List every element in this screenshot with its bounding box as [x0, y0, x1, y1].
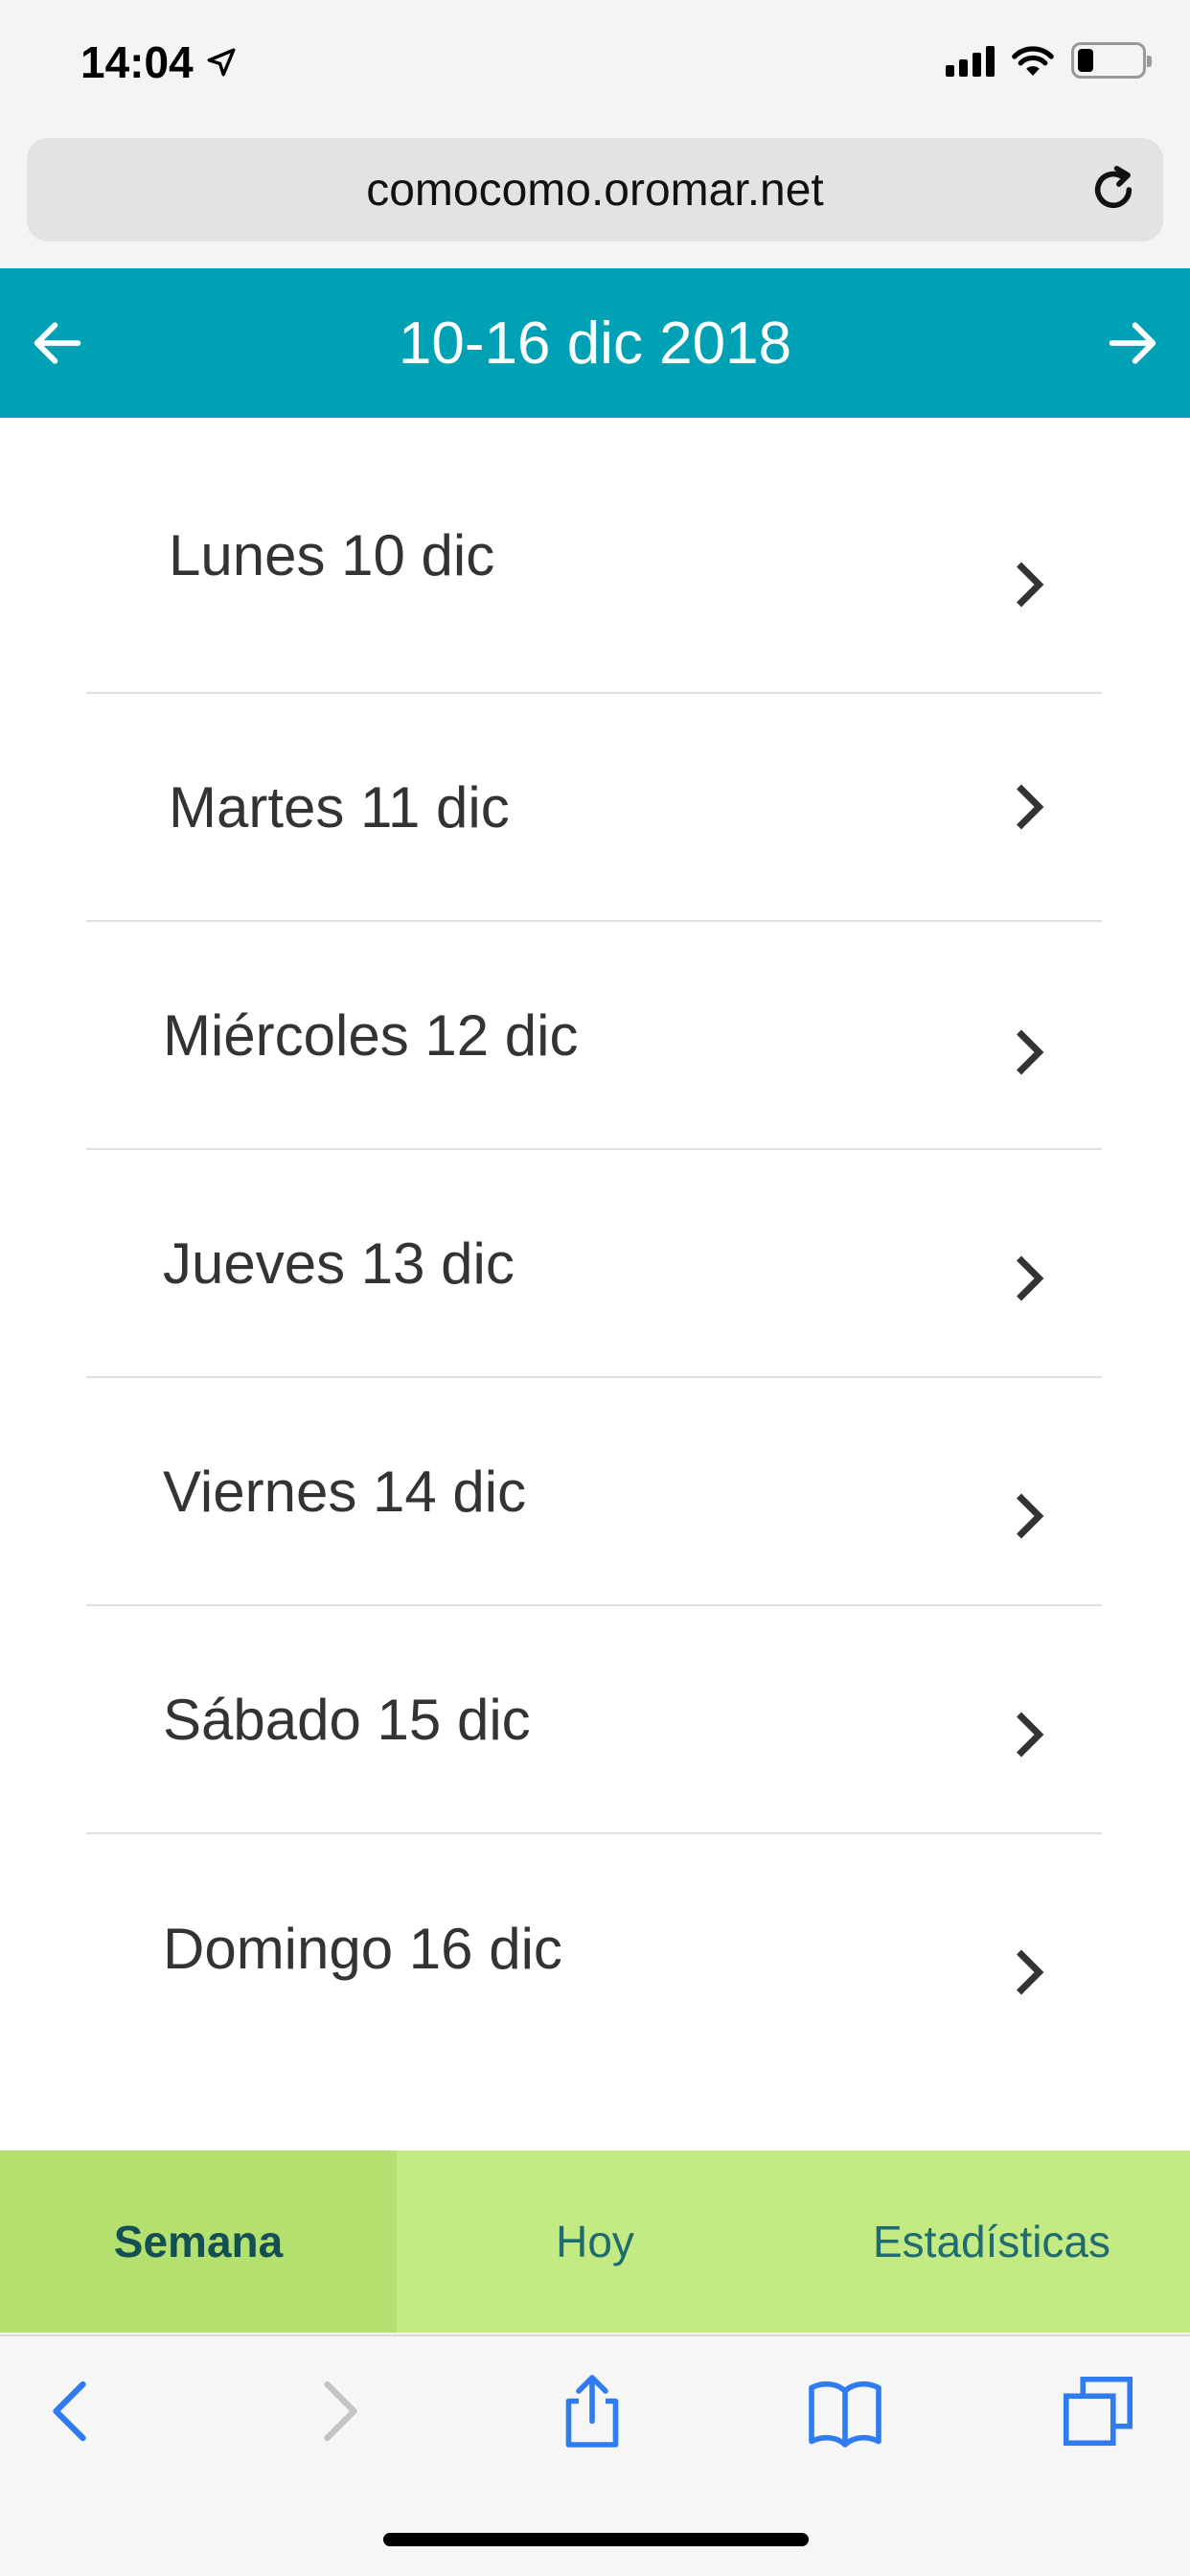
cellular-signal-icon: [946, 44, 995, 77]
day-list-container: Lunes 10 dic Martes 11 dic Miércoles 12 …: [0, 418, 1190, 2150]
tab-hoy[interactable]: Hoy: [397, 2150, 793, 2333]
day-label: Martes 11 dic: [169, 774, 510, 840]
tabs-icon[interactable]: [1058, 2371, 1138, 2451]
battery-icon: [1071, 42, 1152, 79]
chevron-right-icon: [1017, 1255, 1044, 1301]
home-indicator: [383, 2533, 809, 2546]
chevron-right-icon: [1017, 784, 1044, 830]
day-item-miercoles[interactable]: Miércoles 12 dic: [86, 922, 1102, 1150]
day-item-sabado[interactable]: Sábado 15 dic: [86, 1606, 1102, 1834]
wifi-icon: [1012, 46, 1054, 76]
week-header: 10-16 dic 2018: [0, 268, 1190, 418]
previous-week-arrow-icon[interactable]: [27, 312, 88, 374]
location-arrow-icon: [207, 48, 236, 77]
chevron-right-icon: [1017, 1493, 1044, 1539]
back-icon[interactable]: [33, 2371, 113, 2451]
reload-icon[interactable]: [1087, 163, 1140, 217]
day-label: Jueves 13 dic: [163, 1230, 515, 1296]
chevron-right-icon: [1017, 562, 1044, 608]
day-label: Viernes 14 dic: [163, 1459, 527, 1524]
bookmarks-icon[interactable]: [805, 2371, 885, 2451]
day-item-jueves[interactable]: Jueves 13 dic: [86, 1150, 1102, 1378]
url-text[interactable]: comocomo.oromar.net: [366, 164, 824, 217]
day-label: Miércoles 12 dic: [163, 1002, 579, 1068]
time-label: 14:04: [80, 37, 194, 87]
week-title: 10-16 dic 2018: [398, 310, 792, 377]
share-icon[interactable]: [552, 2371, 632, 2451]
address-bar[interactable]: comocomo.oromar.net: [27, 138, 1163, 242]
day-item-martes[interactable]: Martes 11 dic: [86, 694, 1102, 922]
day-item-domingo[interactable]: Domingo 16 dic: [86, 1834, 1102, 2062]
day-item-viernes[interactable]: Viernes 14 dic: [86, 1378, 1102, 1606]
next-week-arrow-icon[interactable]: [1102, 312, 1163, 374]
chevron-right-icon: [1017, 1949, 1044, 1995]
day-item-lunes[interactable]: Lunes 10 dic: [86, 418, 1102, 694]
day-label: Domingo 16 dic: [163, 1916, 562, 1981]
day-list: Lunes 10 dic Martes 11 dic Miércoles 12 …: [86, 418, 1102, 2062]
app-tab-bar: Semana Hoy Estadísticas: [0, 2150, 1190, 2333]
chevron-right-icon: [1017, 1712, 1044, 1758]
chevron-right-icon: [1017, 1029, 1044, 1075]
status-time: 14:04: [80, 36, 238, 88]
status-bar: 14:04: [0, 0, 1190, 134]
tab-estadisticas[interactable]: Estadísticas: [793, 2150, 1190, 2333]
day-label: Lunes 10 dic: [169, 522, 495, 587]
tab-semana[interactable]: Semana: [0, 2150, 397, 2333]
status-icons: [946, 42, 1152, 79]
day-label: Sábado 15 dic: [163, 1687, 531, 1752]
forward-icon[interactable]: [297, 2371, 378, 2451]
